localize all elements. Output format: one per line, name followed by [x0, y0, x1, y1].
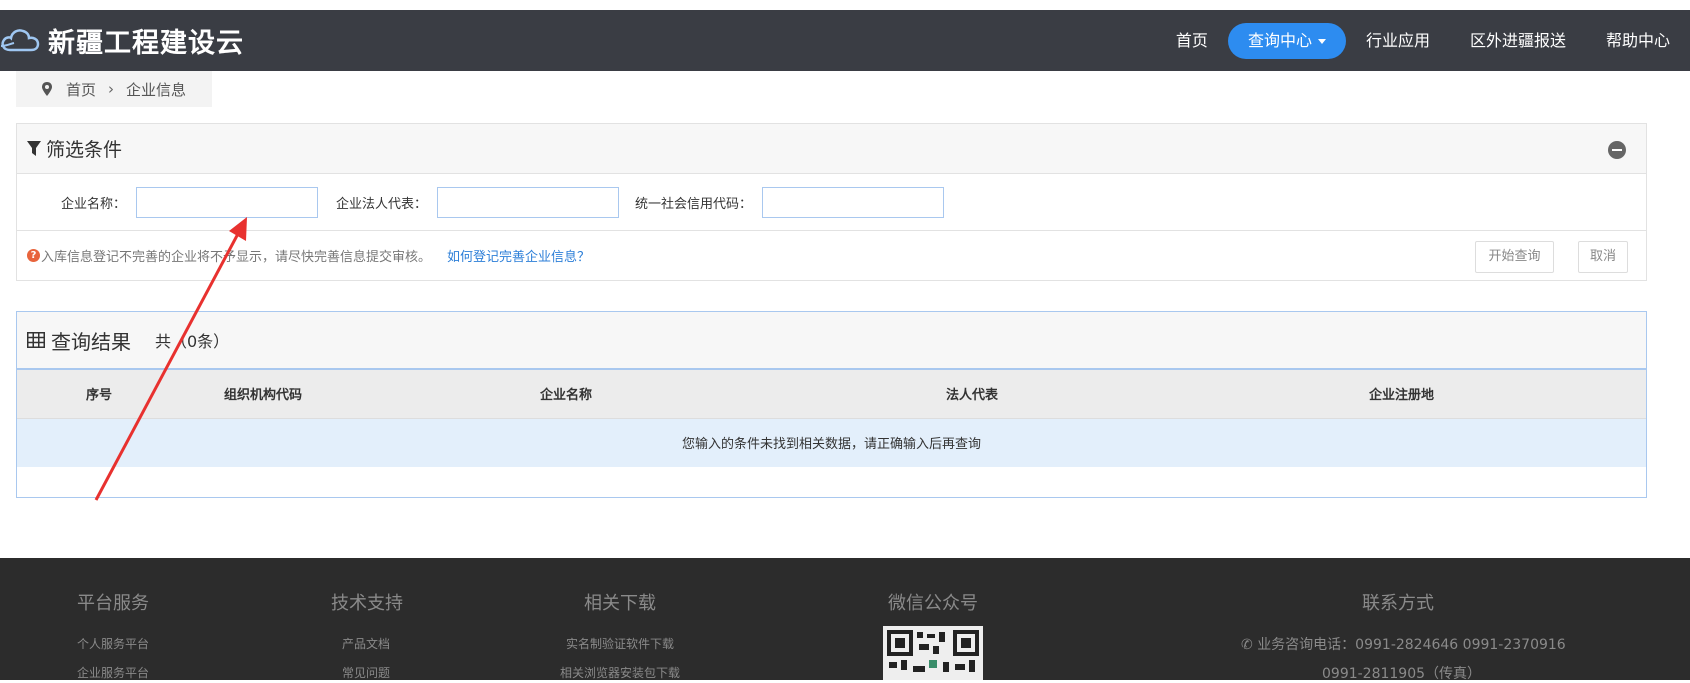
footer-platform-title: 平台服务	[77, 593, 149, 614]
footer-link-verify-software[interactable]: 实名制验证软件下载	[566, 635, 674, 652]
logo[interactable]: 新疆工程建设云	[0, 20, 244, 60]
nav-industry-apps[interactable]: 行业应用	[1346, 23, 1450, 59]
col-org-code[interactable]: 组织机构代码	[181, 370, 345, 419]
filter-icon	[27, 140, 41, 156]
col-registration-place[interactable]: 企业注册地	[1157, 370, 1646, 419]
filter-header: 筛选条件	[17, 124, 1646, 174]
search-button[interactable]: 开始查询	[1475, 241, 1554, 273]
breadcrumb: 首页 › 企业信息	[16, 71, 212, 107]
footer: 平台服务 个人服务平台 企业服务平台 技术支持 产品文档 常见问题 相关下载 实…	[0, 558, 1690, 682]
empty-message: 您输入的条件未找到相关数据，请正确输入后再查询	[17, 418, 1646, 467]
footer-download-title: 相关下载	[584, 593, 656, 614]
table-header-row: 序号 组织机构代码 企业名称 法人代表 企业注册地	[17, 370, 1646, 419]
table-row: 您输入的条件未找到相关数据，请正确输入后再查询	[17, 418, 1646, 467]
top-navbar: 新疆工程建设云 首页 查询中心 行业应用 区外进疆报送 帮助中心	[0, 10, 1690, 71]
help-register-link[interactable]: 如何登记完善企业信息？	[447, 246, 590, 265]
footer-contact-fax: 0991-2811905（传真）	[1322, 666, 1482, 682]
top-strip	[0, 0, 1690, 10]
result-count: 共（0条）	[155, 332, 230, 351]
legal-rep-input[interactable]	[437, 186, 620, 218]
result-panel: 查询结果 共（0条） 序号 组织机构代码 企业名称 法人代表 企业注册地 您输入…	[16, 311, 1647, 498]
phone-icon: ✆	[1241, 637, 1253, 653]
breadcrumb-home[interactable]: 首页	[66, 79, 96, 100]
filter-title: 筛选条件	[46, 139, 123, 161]
footer-link-faq[interactable]: 常见问题	[342, 664, 390, 681]
location-pin-icon	[42, 82, 52, 96]
company-name-input[interactable]	[136, 186, 319, 218]
credit-code-input[interactable]	[762, 186, 945, 218]
nav-help-center[interactable]: 帮助中心	[1586, 23, 1690, 59]
credit-code-label: 统一社会信用代码：	[635, 196, 753, 212]
qr-code-icon	[883, 626, 983, 680]
result-header: 查询结果 共（0条）	[17, 312, 1646, 370]
collapse-icon[interactable]	[1608, 141, 1626, 159]
nav-home[interactable]: 首页	[1156, 23, 1228, 59]
footer-wechat-title: 微信公众号	[888, 593, 978, 614]
footer-contact-phone: ✆ 业务咨询电话：0991-2824646 0991-2370916	[1241, 634, 1566, 654]
filter-footer: ? 入库信息登记不完善的企业将不予显示，请尽快完善信息提交审核。 如何登记完善企…	[17, 231, 1646, 280]
footer-link-personal[interactable]: 个人服务平台	[77, 635, 149, 652]
col-company-name[interactable]: 企业名称	[345, 370, 787, 419]
question-icon: ?	[27, 249, 40, 262]
company-name-label: 企业名称：	[61, 196, 127, 212]
nav-external-report[interactable]: 区外进疆报送	[1450, 23, 1586, 59]
result-title: 查询结果	[51, 329, 131, 354]
table-icon	[27, 332, 45, 348]
nav-query-center-label: 查询中心	[1247, 31, 1312, 50]
logo-text: 新疆工程建设云	[48, 27, 244, 59]
cloud-logo-icon	[0, 29, 40, 52]
filter-panel: 筛选条件 企业名称： 企业法人代表： 统一社会信用代码： ? 入库信息登记不完善…	[16, 123, 1647, 281]
filter-notice: 入库信息登记不完善的企业将不予显示，请尽快完善信息提交审核。	[41, 250, 432, 265]
footer-contact-title: 联系方式	[1362, 593, 1434, 614]
footer-contact-phone-text: 业务咨询电话：0991-2824646 0991-2370916	[1257, 637, 1566, 653]
nav-query-center[interactable]: 查询中心	[1227, 23, 1346, 59]
result-table: 序号 组织机构代码 企业名称 法人代表 企业注册地 您输入的条件未找到相关数据，…	[17, 370, 1646, 467]
cancel-button[interactable]: 取消	[1578, 241, 1628, 273]
wechat-qr-code	[883, 626, 983, 680]
col-index[interactable]: 序号	[17, 370, 181, 419]
breadcrumb-current: 企业信息	[126, 80, 187, 99]
legal-rep-label: 企业法人代表：	[336, 196, 428, 212]
footer-link-docs[interactable]: 产品文档	[342, 635, 390, 652]
caret-down-icon	[1317, 39, 1326, 44]
breadcrumb-separator: ›	[108, 80, 115, 98]
main-nav: 首页 查询中心 行业应用 区外进疆报送 帮助中心	[1156, 23, 1690, 59]
filter-fields: 企业名称： 企业法人代表： 统一社会信用代码：	[17, 174, 1646, 231]
footer-link-browser-package[interactable]: 相关浏览器安装包下载	[560, 664, 680, 681]
col-legal-rep[interactable]: 法人代表	[787, 370, 1157, 419]
footer-link-enterprise[interactable]: 企业服务平台	[77, 664, 149, 681]
footer-support-title: 技术支持	[331, 593, 403, 614]
